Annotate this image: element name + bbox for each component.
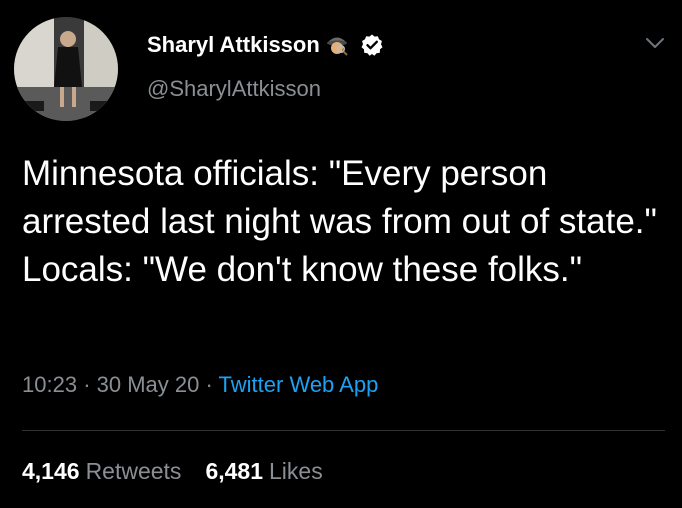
retweets-label: Retweets [85,458,182,484]
tweet-date[interactable]: 30 May 20 [97,372,200,397]
author-handle[interactable]: @SharylAttkisson [147,76,321,102]
author-name-row: Sharyl Attkisson [147,28,384,62]
retweets-count: 4,146 [22,458,80,484]
meta-separator: · [83,372,97,397]
chevron-down-icon[interactable] [643,34,667,52]
tweet-card: Sharyl Attkisson @SharylAttkisson Minnes… [0,0,682,508]
tweet-meta: 10:23 · 30 May 20 · Twitter Web App [22,372,378,398]
meta-separator: · [205,372,219,397]
avatar[interactable] [14,17,118,121]
likes-stat[interactable]: 6,481 Likes [205,458,322,485]
detective-emoji-icon [324,32,350,58]
likes-label: Likes [269,458,323,484]
divider [22,430,665,431]
likes-count: 6,481 [205,458,263,484]
tweet-stats: 4,146 Retweets 6,481 Likes [22,458,323,485]
tweet-source-link[interactable]: Twitter Web App [219,372,379,397]
avatar-image [14,17,118,121]
tweet-text: Minnesota officials: "Every person arres… [22,154,657,289]
retweets-stat[interactable]: 4,146 Retweets [22,458,181,485]
tweet-time[interactable]: 10:23 [22,372,77,397]
author-display-name[interactable]: Sharyl Attkisson [147,32,320,58]
verified-badge-icon [360,33,384,57]
